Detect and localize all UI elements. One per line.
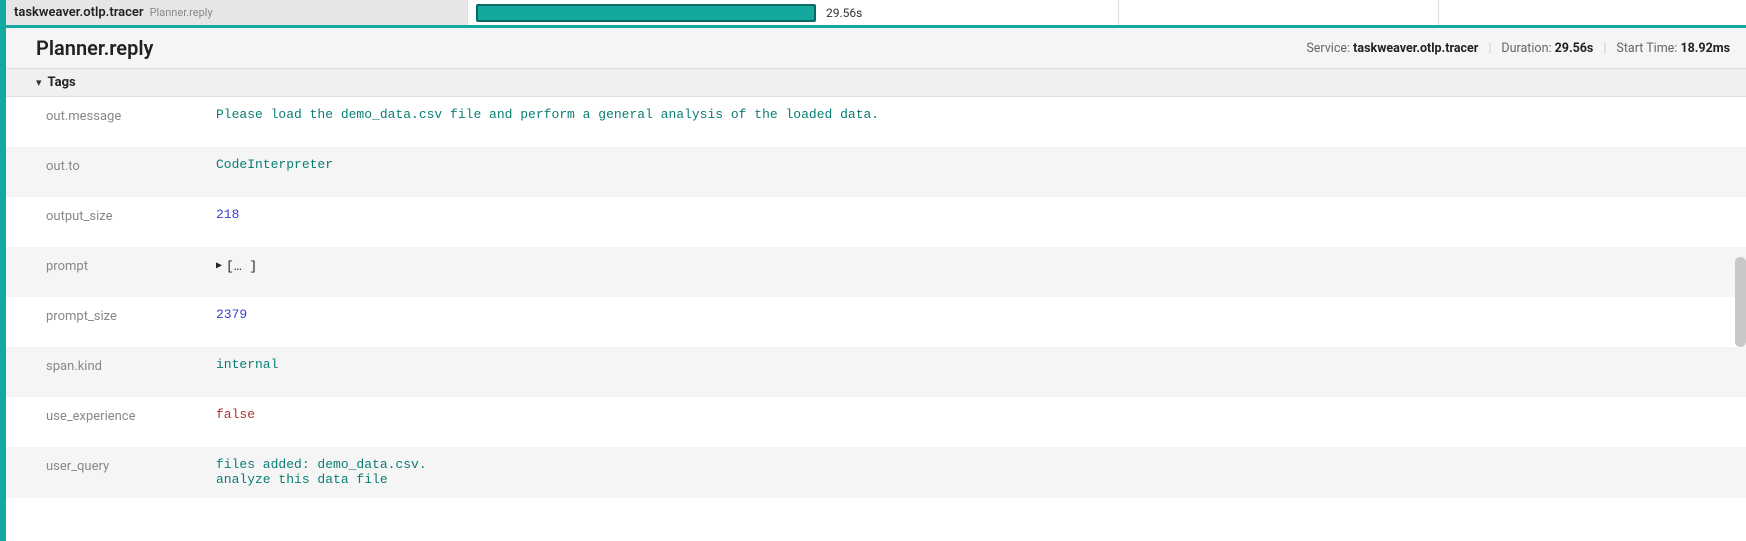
- tag-key: span.kind: [46, 357, 196, 374]
- tag-row[interactable]: use_experience false: [6, 397, 1746, 447]
- tag-value: 2379: [196, 307, 1730, 322]
- tag-value-text: internal: [216, 357, 278, 372]
- tag-row[interactable]: prompt ▶ [… ]: [6, 247, 1746, 297]
- json-collapsed-preview: [… ]: [226, 259, 257, 274]
- tags-list: out.message Please load the demo_data.csv…: [6, 97, 1746, 541]
- tag-value: ▶ [… ]: [196, 257, 1730, 274]
- duration-label: Duration:: [1501, 41, 1551, 56]
- span-operation-name: Planner.reply: [150, 6, 213, 19]
- tag-key: user_query: [46, 457, 196, 474]
- tag-key: prompt_size: [46, 307, 196, 324]
- service-label: Service:: [1306, 41, 1350, 56]
- span-detail-meta: Service: taskweaver.otlp.tracer | Durati…: [1306, 41, 1730, 56]
- tag-row[interactable]: output_size 218: [6, 197, 1746, 247]
- scrollbar-thumb[interactable]: [1735, 257, 1746, 347]
- duration-value: 29.56s: [1555, 41, 1594, 56]
- tag-value: CodeInterpreter: [196, 157, 1730, 172]
- tag-key: out.to: [46, 157, 196, 174]
- chevron-down-icon: ▾: [36, 76, 42, 89]
- meta-separator: |: [1603, 41, 1606, 56]
- tags-section-toggle[interactable]: ▾ Tags: [6, 69, 1746, 97]
- tag-value-text: Please load the demo_data.csv file and p…: [216, 107, 879, 122]
- tag-key: output_size: [46, 207, 196, 224]
- tag-value-text: 2379: [216, 307, 247, 322]
- span-service-name: taskweaver.otlp.tracer: [14, 5, 144, 20]
- timeline-gridline: [1118, 0, 1119, 25]
- timeline-gridline: [1438, 0, 1439, 25]
- tag-value-text: false: [216, 407, 255, 422]
- tag-value: Please load the demo_data.csv file and p…: [196, 107, 1730, 122]
- tags-section-label: Tags: [48, 75, 76, 90]
- tag-row[interactable]: span.kind internal: [6, 347, 1746, 397]
- tag-row[interactable]: out.to CodeInterpreter: [6, 147, 1746, 197]
- span-row[interactable]: taskweaver.otlp.tracer Planner.reply 29.…: [6, 0, 1746, 28]
- tag-value-text: CodeInterpreter: [216, 157, 333, 172]
- tag-value: false: [196, 407, 1730, 422]
- span-duration-bar: [476, 4, 816, 22]
- tag-value: 218: [196, 207, 1730, 222]
- span-timeline[interactable]: 29.56s: [468, 0, 1746, 25]
- expand-json-toggle[interactable]: ▶ [… ]: [216, 259, 257, 274]
- start-time-label: Start Time:: [1616, 41, 1677, 56]
- tag-value: internal: [196, 357, 1730, 372]
- tag-value-text: 218: [216, 207, 239, 222]
- tag-key: out.message: [46, 107, 196, 124]
- span-detail-header: Planner.reply Service: taskweaver.otlp.t…: [6, 28, 1746, 69]
- tag-value: files added: demo_data.csv. analyze this…: [196, 457, 1730, 487]
- span-label-cell[interactable]: taskweaver.otlp.tracer Planner.reply: [6, 0, 468, 25]
- start-time-value: 18.92ms: [1680, 41, 1730, 56]
- tag-value-text: files added: demo_data.csv. analyze this…: [216, 457, 427, 487]
- tag-row[interactable]: prompt_size 2379: [6, 297, 1746, 347]
- tag-key: use_experience: [46, 407, 196, 424]
- meta-separator: |: [1488, 41, 1491, 56]
- tag-row[interactable]: user_query files added: demo_data.csv. an…: [6, 447, 1746, 498]
- span-detail-title: Planner.reply: [36, 36, 153, 60]
- tag-row[interactable]: out.message Please load the demo_data.csv…: [6, 97, 1746, 147]
- triangle-right-icon: ▶: [216, 260, 222, 272]
- span-duration-text: 29.56s: [826, 6, 862, 20]
- tag-key: prompt: [46, 257, 196, 274]
- service-value: taskweaver.otlp.tracer: [1353, 41, 1478, 56]
